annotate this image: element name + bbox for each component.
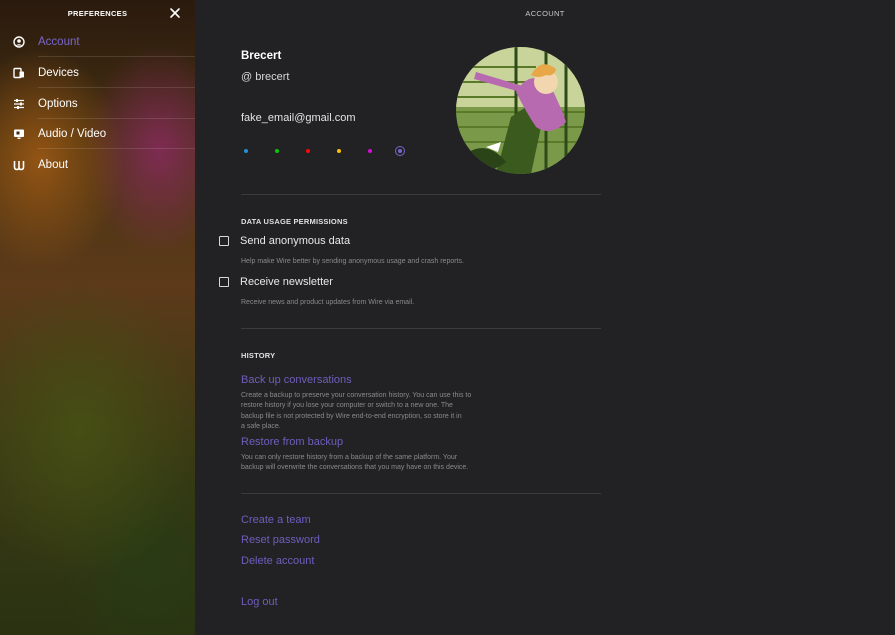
restore-hint: You can only restore history from a back… [241,454,469,472]
sidebar-item-label: Devices [38,66,79,79]
sidebar-item-label: Account [38,35,80,48]
preferences-sidebar: PREFERENCES Account Devices Options Audi… [0,0,195,635]
sidebar-item-devices[interactable]: Devices [0,57,195,88]
data-usage-section-title: DATA USAGE PERMISSIONS [241,217,348,226]
user-display-name[interactable]: Brecert [241,50,281,62]
user-handle[interactable]: @ brecert [241,71,289,83]
receive-newsletter-hint: Receive news and product updates from Wi… [241,299,415,306]
user-email: fake_email@gmail.com [241,112,356,124]
accent-color-pink[interactable] [368,149,372,153]
person-circle-icon [12,35,26,49]
accent-color-orange[interactable] [337,149,341,153]
wire-logo-icon [12,158,26,172]
send-anonymous-data-label[interactable]: Send anonymous data [240,235,350,247]
profile-avatar[interactable] [456,47,585,174]
accent-color-purple-selected[interactable] [395,146,405,156]
reset-password-link[interactable]: Reset password [241,534,320,546]
sidebar-item-label: Audio / Video [38,127,107,140]
receive-newsletter-checkbox[interactable] [219,277,229,287]
section-divider [241,328,601,329]
accent-color-red[interactable] [306,149,310,153]
page-title: ACCOUNT [525,9,565,18]
sidebar-title: PREFERENCES [67,9,128,18]
sidebar-item-about[interactable]: About [0,149,195,180]
section-divider [241,194,601,195]
delete-account-link[interactable]: Delete account [241,555,314,567]
sidebar-item-account[interactable]: Account [0,26,195,57]
backup-hint: Create a backup to preserve your convers… [241,392,472,431]
sidebar-item-label: About [38,158,69,171]
restore-from-backup-link[interactable]: Restore from backup [241,436,343,448]
send-anonymous-data-hint: Help make Wire better by sending anonymo… [241,258,464,265]
create-team-link[interactable]: Create a team [241,514,311,526]
log-out-link[interactable]: Log out [241,596,278,608]
sidebar-item-options[interactable]: Options [0,88,195,119]
send-anonymous-data-checkbox[interactable] [219,236,229,246]
sidebar-item-label: Options [38,97,78,110]
history-section-title: HISTORY [241,351,276,360]
monitor-icon [12,127,26,141]
devices-icon [12,66,26,80]
section-divider [241,493,601,494]
receive-newsletter-label[interactable]: Receive newsletter [240,276,333,288]
sliders-icon [12,97,26,111]
close-icon[interactable] [168,6,182,20]
sidebar-item-audio-video[interactable]: Audio / Video [0,118,195,149]
back-up-conversations-link[interactable]: Back up conversations [241,374,352,386]
accent-color-blue[interactable] [244,149,248,153]
accent-color-green[interactable] [275,149,279,153]
